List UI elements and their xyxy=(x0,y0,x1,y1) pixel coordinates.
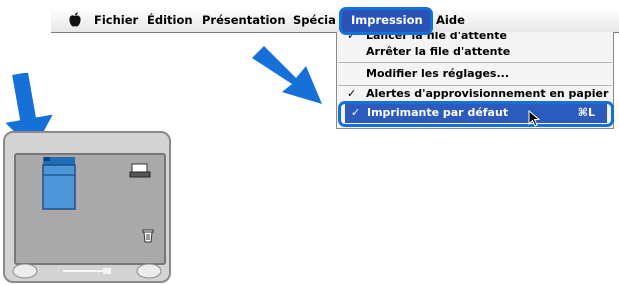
menu-aide[interactable]: Aide xyxy=(436,13,465,27)
computer-illustration xyxy=(3,131,171,283)
menu-presentation[interactable]: Présentation xyxy=(202,13,286,27)
computer-base xyxy=(12,263,162,279)
apple-icon[interactable] xyxy=(66,11,84,29)
arrow-icon xyxy=(252,46,322,104)
menu-item-modifier-reglages[interactable]: Modifier les réglages... xyxy=(366,67,509,80)
impression-callout-ring xyxy=(339,7,433,35)
menu-special[interactable]: Spécia xyxy=(293,13,336,27)
mouse-cursor-icon xyxy=(528,110,541,127)
menu-separator xyxy=(338,85,612,86)
desktop-screen xyxy=(14,153,166,265)
printer-icon xyxy=(129,163,151,178)
default-printer-callout-ring xyxy=(338,101,614,127)
trash-icon xyxy=(142,229,154,243)
menu-item-arreter-file[interactable]: Arrêter la file d'attente xyxy=(366,45,510,58)
menu-separator xyxy=(338,62,612,63)
menu-fichier[interactable]: Fichier xyxy=(94,13,138,27)
menu-item-alertes-papier[interactable]: Alertes d'approvisionnement en papier xyxy=(366,87,608,100)
menu-edition[interactable]: Édition xyxy=(147,13,193,27)
check-mark-icon: ✓ xyxy=(347,87,357,100)
